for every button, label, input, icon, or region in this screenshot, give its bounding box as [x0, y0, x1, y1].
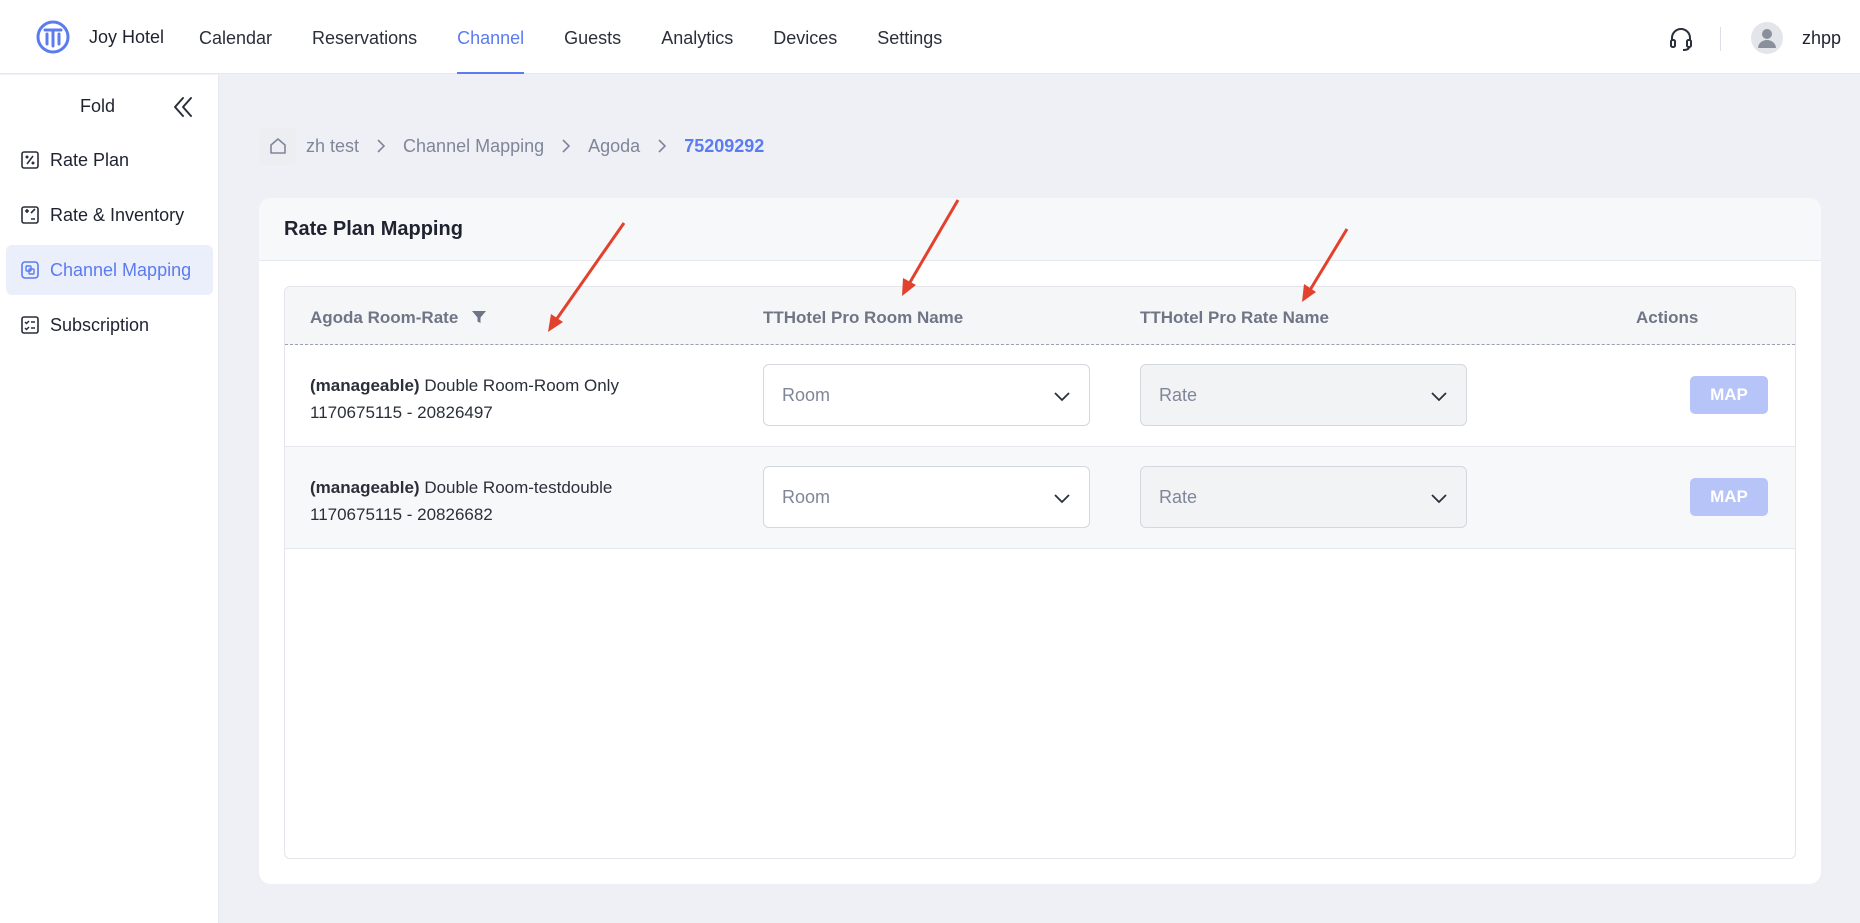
- main-nav: Calendar Reservations Channel Guests Ana…: [199, 0, 982, 74]
- subscription-icon: [21, 316, 39, 334]
- sidebar-item-rate-inventory[interactable]: Rate & Inventory: [6, 190, 213, 240]
- breadcrumb-item[interactable]: Agoda: [588, 136, 640, 157]
- mapping-table: Agoda Room-Rate TTHotel Pro Room Name TT…: [284, 286, 1796, 859]
- breadcrumb: zh test Channel Mapping Agoda 75209292: [259, 127, 764, 165]
- room-rate-name: Double Room-testdouble: [419, 478, 613, 497]
- headset-support-icon[interactable]: [1668, 26, 1694, 52]
- rate-select-placeholder: Rate: [1159, 385, 1198, 405]
- fold-label[interactable]: Fold: [80, 96, 115, 117]
- rate-select[interactable]: Rate: [1140, 466, 1467, 528]
- rate-select-placeholder: Rate: [1159, 487, 1198, 507]
- map-button[interactable]: MAP: [1690, 376, 1768, 414]
- sidebar-item-subscription[interactable]: Subscription: [6, 300, 213, 350]
- sidebar-item-label: Rate Plan: [50, 149, 130, 170]
- room-select-placeholder: Room: [782, 487, 831, 507]
- chevron-right-icon: [658, 139, 667, 153]
- nav-reservations[interactable]: Reservations: [312, 0, 417, 74]
- sidebar: Fold Rate Plan Rate & Inventory Channel …: [0, 75, 219, 923]
- header-label: Agoda Room-Rate: [310, 308, 459, 327]
- nav-channel[interactable]: Channel: [457, 0, 525, 74]
- chevron-down-icon: [1431, 392, 1447, 402]
- nav-devices[interactable]: Devices: [773, 0, 837, 74]
- manageable-tag: (manageable): [310, 376, 420, 395]
- home-icon: [269, 138, 286, 154]
- sidebar-item-label: Channel Mapping: [50, 259, 192, 280]
- chevron-down-icon: [1431, 494, 1447, 504]
- double-chevron-left-icon[interactable]: [170, 94, 196, 120]
- breadcrumb-item[interactable]: zh test: [306, 136, 359, 157]
- user-avatar[interactable]: [1751, 22, 1783, 54]
- nav-settings[interactable]: Settings: [877, 0, 942, 74]
- table-header: Agoda Room-Rate TTHotel Pro Room Name TT…: [285, 287, 1795, 345]
- sidebar-item-channel-mapping[interactable]: Channel Mapping: [6, 245, 213, 295]
- header-divider: [1720, 27, 1721, 51]
- username[interactable]: zhpp: [1802, 28, 1841, 49]
- rate-plan-icon: [21, 151, 39, 169]
- breadcrumb-current: 75209292: [684, 135, 765, 156]
- table-row: (manageable) Double Room-testdouble 1170…: [285, 447, 1795, 549]
- rate-inventory-icon: [21, 206, 39, 224]
- chevron-down-icon: [1054, 494, 1070, 504]
- room-rate-name: Double Room-Room Only: [419, 376, 619, 395]
- card-title: Rate Plan Mapping: [259, 198, 1821, 261]
- room-select-placeholder: Room: [782, 385, 831, 405]
- room-rate-ids: 1170675115 - 20826682: [310, 505, 493, 524]
- room-select[interactable]: Room: [763, 364, 1090, 426]
- channel-room-rate-cell: (manageable) Double Room-testdouble 1170…: [310, 474, 612, 528]
- rate-select[interactable]: Rate: [1140, 364, 1467, 426]
- nav-analytics[interactable]: Analytics: [661, 0, 733, 74]
- chevron-down-icon: [1054, 392, 1070, 402]
- breadcrumb-home[interactable]: [259, 127, 296, 165]
- sidebar-item-label: Rate & Inventory: [50, 204, 185, 225]
- breadcrumb-item[interactable]: Channel Mapping: [403, 136, 544, 157]
- manageable-tag: (manageable): [310, 478, 420, 497]
- channel-mapping-icon: [21, 261, 39, 279]
- user-icon: [1758, 29, 1776, 48]
- filter-icon[interactable]: [471, 309, 487, 325]
- hotel-name[interactable]: Joy Hotel: [89, 27, 164, 48]
- header-channel-room-rate[interactable]: Agoda Room-Rate: [310, 308, 487, 328]
- header-rate-name: TTHotel Pro Rate Name: [1140, 308, 1329, 327]
- room-rate-ids: 1170675115 - 20826497: [310, 403, 493, 422]
- channel-room-rate-cell: (manageable) Double Room-Room Only 11706…: [310, 372, 619, 426]
- chevron-right-icon: [377, 139, 386, 153]
- rate-plan-mapping-card: Rate Plan Mapping Agoda Room-Rate TTHote…: [259, 198, 1821, 884]
- header-room-name: TTHotel Pro Room Name: [763, 308, 964, 327]
- header-actions: Actions: [1636, 308, 1699, 327]
- nav-guests[interactable]: Guests: [564, 0, 621, 74]
- hotel-logo-icon[interactable]: [36, 20, 70, 54]
- sidebar-item-rate-plan[interactable]: Rate Plan: [6, 135, 213, 185]
- nav-calendar[interactable]: Calendar: [199, 0, 272, 74]
- map-button[interactable]: MAP: [1690, 478, 1768, 516]
- chevron-right-icon: [562, 139, 571, 153]
- sidebar-item-label: Subscription: [50, 314, 150, 335]
- top-navigation-bar: Joy Hotel Calendar Reservations Channel …: [0, 0, 1860, 74]
- table-row: (manageable) Double Room-Room Only 11706…: [285, 345, 1795, 447]
- room-select[interactable]: Room: [763, 466, 1090, 528]
